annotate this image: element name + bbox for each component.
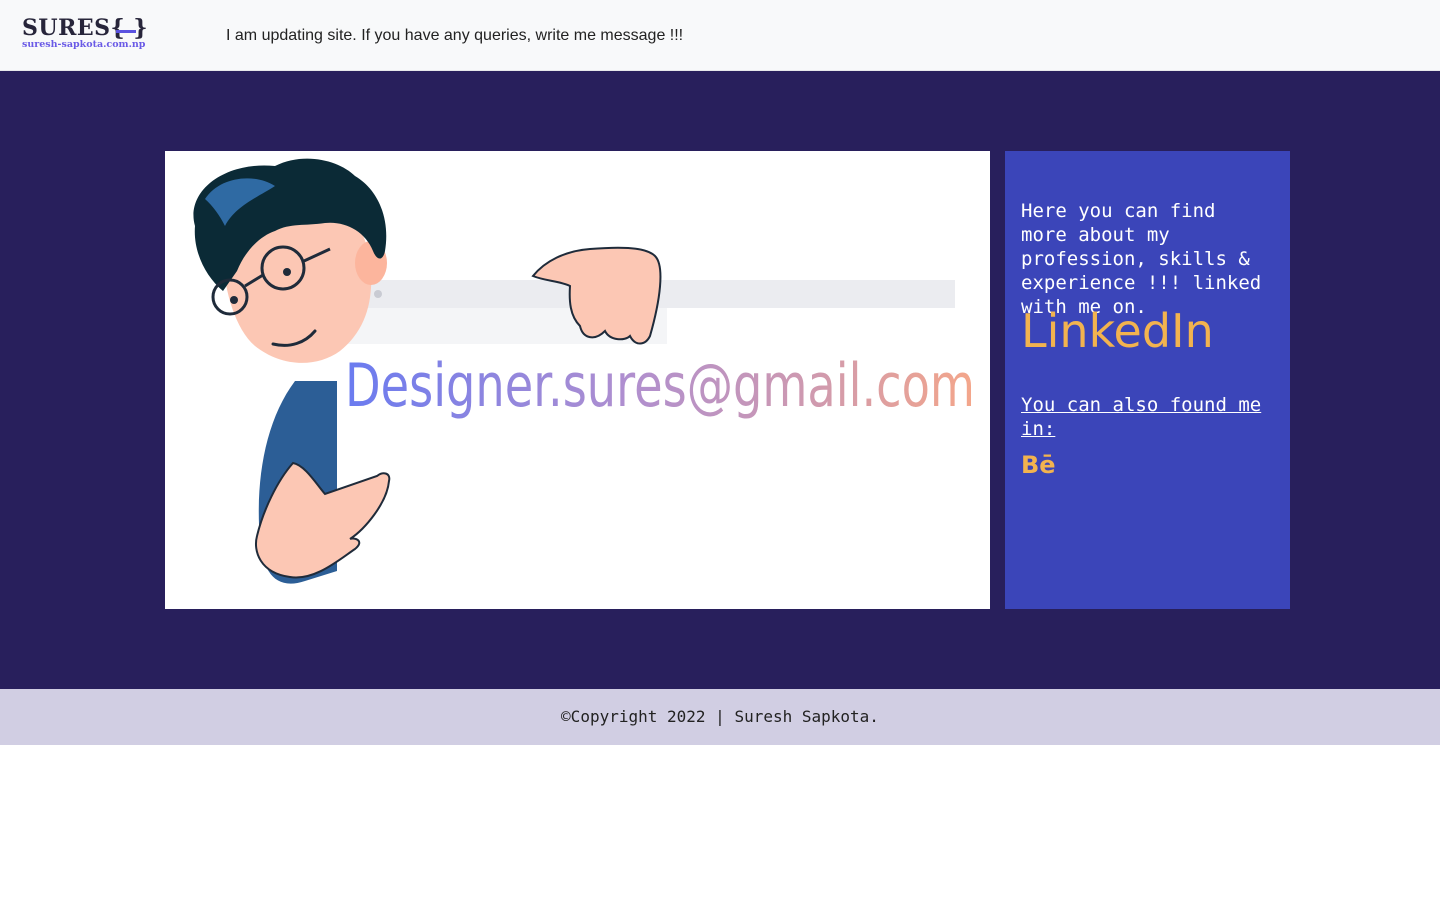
- behance-icon[interactable]: Bē: [1021, 451, 1061, 479]
- site-header: SURES{ } suresh-sapkota.com.np I am upda…: [0, 0, 1440, 71]
- site-logo[interactable]: SURES{ } suresh-sapkota.com.np: [22, 14, 152, 54]
- illustration-card: Designer.sures@gmail.com: [165, 151, 990, 609]
- site-footer: ©Copyright 2022 | Suresh Sapkota.: [0, 689, 1440, 745]
- also-found-link[interactable]: You can also found me in:: [1021, 393, 1271, 441]
- pointing-man-illustration: Designer.sures@gmail.com: [193, 158, 975, 584]
- logo-subtext: suresh-sapkota.com.np: [22, 39, 146, 50]
- copyright-text: ©Copyright 2022 | Suresh Sapkota.: [561, 707, 879, 726]
- update-notice: I am updating site. If you have any quer…: [226, 27, 684, 44]
- hero-section: Designer.sures@gmail.com Here you can fi…: [0, 71, 1440, 689]
- logo-accent-bar: [116, 30, 136, 33]
- logo-wordmark: SURES{ }: [22, 15, 148, 41]
- email-address[interactable]: Designer.sures@gmail.com: [345, 351, 975, 421]
- intro-text: Here you can find more about my professi…: [1021, 200, 1262, 318]
- logo-braces: { }: [110, 15, 148, 41]
- linkedin-link[interactable]: LinkedIn: [1021, 303, 1214, 359]
- sidebar-card: Here you can find more about my professi…: [1005, 151, 1290, 609]
